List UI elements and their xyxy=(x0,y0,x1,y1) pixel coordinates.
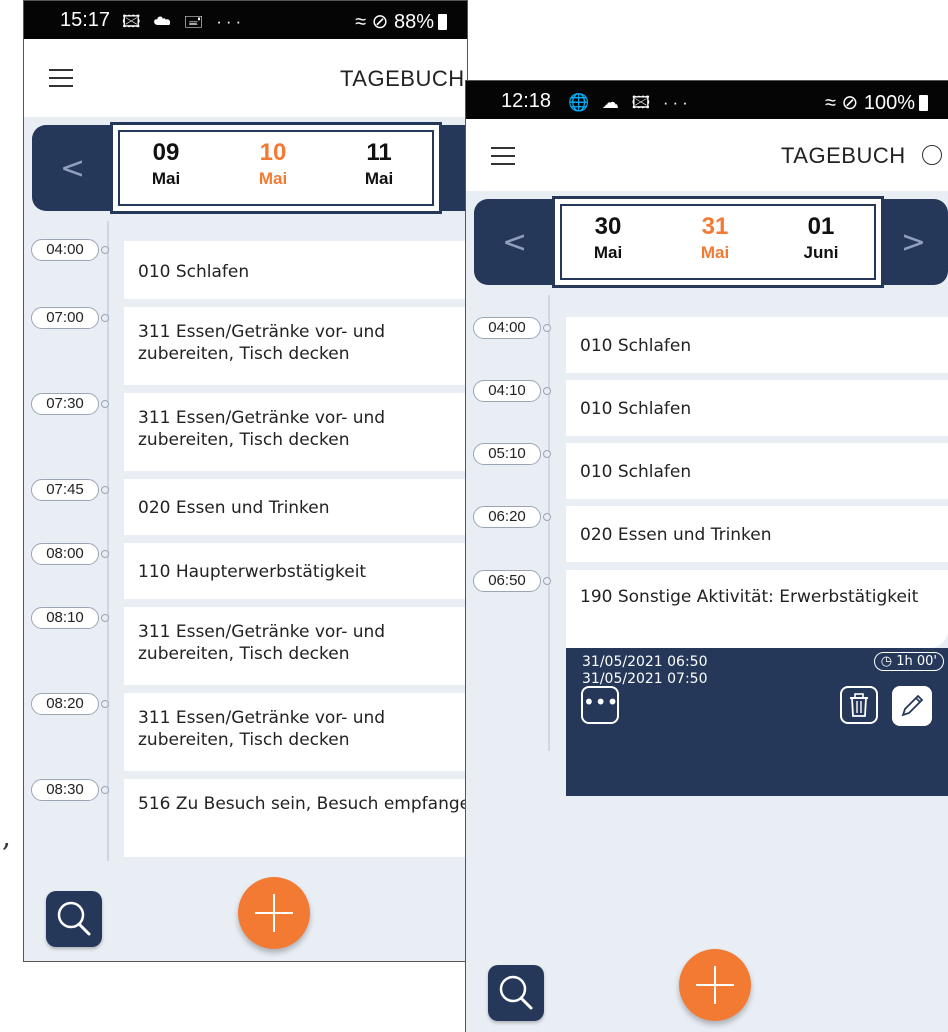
activity-card[interactable]: 311 Essen/Getränke vor- und zubereiten, … xyxy=(124,393,467,471)
status-bar: 12:18 🌐 ☁ 🖾 ··· ≈ ⊘ 100% xyxy=(466,81,948,119)
battery-percent: 100% xyxy=(863,92,915,114)
date-day: 01 xyxy=(807,213,835,240)
menu-icon[interactable] xyxy=(491,147,515,165)
date-month: Mai xyxy=(700,243,730,262)
activity-card[interactable]: 516 Zu Besuch sein, Besuch empfangen xyxy=(124,779,467,857)
search-icon xyxy=(57,901,91,936)
entry-time: 08:20 xyxy=(31,693,99,715)
app-bar: TAGEBUCH xyxy=(24,39,467,117)
date-day: 30 xyxy=(594,213,622,240)
date-current[interactable]: 31 Mai xyxy=(675,213,755,265)
status-time: 15:17 xyxy=(60,9,111,31)
delete-button[interactable] xyxy=(840,686,878,724)
status-notification-icons: 🌐 ☁ 🖾 ··· xyxy=(568,93,692,112)
entry-time: 06:20 xyxy=(473,506,541,528)
status-bar: 15:17 🖾 ☁ 🖃 ··· ≈ ⊘ 88% xyxy=(24,1,467,39)
wifi-icon: ≈ xyxy=(824,92,836,114)
entry-time: 06:50 xyxy=(473,570,541,592)
activity-card[interactable]: 010 Schlafen xyxy=(566,443,948,499)
activity-card[interactable]: 311 Essen/Getränke vor- und zubereiten, … xyxy=(124,607,467,685)
status-right: ≈ ⊘ 88% xyxy=(355,9,447,34)
search-button[interactable] xyxy=(46,891,102,947)
activity-card[interactable]: 311 Essen/Getränke vor- und zubereiten, … xyxy=(124,693,467,771)
right-phone-screen: 12:18 🌐 ☁ 🖾 ··· ≈ ⊘ 100% TAGEBUCH < 30 M… xyxy=(465,80,948,1032)
date-next[interactable]: 01 Juni xyxy=(781,213,861,265)
entry-time: 08:00 xyxy=(31,543,99,565)
start-datetime: 31/05/2021 06:50 xyxy=(582,654,708,670)
activity-card[interactable]: 311 Essen/Getränke vor- und zubereiten, … xyxy=(124,307,467,385)
date-prev[interactable]: 30 Mai xyxy=(568,213,648,265)
entry-dates: 31/05/2021 06:50 31/05/2021 07:50 xyxy=(582,654,708,688)
entry-time: 04:00 xyxy=(473,317,541,339)
date-next[interactable]: 11 Mai xyxy=(339,139,419,191)
entry-time: 05:10 xyxy=(473,443,541,465)
activity-card[interactable]: 010 Schlafen xyxy=(566,317,948,373)
status-time: 12:18 xyxy=(501,90,552,112)
activity-card[interactable]: 010 Schlafen xyxy=(124,241,467,299)
dnd-icon: ⊘ xyxy=(371,11,389,33)
add-activity-button[interactable] xyxy=(679,949,751,1021)
entry-time: 07:30 xyxy=(31,393,99,415)
battery-icon xyxy=(919,95,928,111)
date-selector: < 30 Mai 31 Mai 01 Juni > xyxy=(474,196,948,288)
history-icon[interactable] xyxy=(922,145,942,165)
duration-value: 1h 00' xyxy=(896,654,937,669)
date-range: 09 Mai 10 Mai 11 Mai xyxy=(110,122,442,214)
menu-icon[interactable] xyxy=(49,69,73,87)
date-day: 10 xyxy=(259,139,287,166)
activity-card[interactable]: 020 Essen und Trinken xyxy=(566,506,948,562)
clock-icon: ◷ xyxy=(880,654,893,669)
date-month: Mai xyxy=(364,169,394,188)
activity-card[interactable]: 110 Haupterwerbstätigkeit xyxy=(124,543,467,599)
entry-time: 04:00 xyxy=(31,239,99,261)
chevron-left-icon[interactable]: < xyxy=(60,151,85,186)
date-month: Mai xyxy=(593,243,623,262)
date-range: 30 Mai 31 Mai 01 Juni xyxy=(552,196,884,288)
date-current[interactable]: 10 Mai xyxy=(233,139,313,191)
page-title: TAGEBUCH xyxy=(340,66,465,91)
search-button[interactable] xyxy=(488,965,544,1021)
duration-badge: ◷ 1h 00' xyxy=(873,652,944,671)
date-day: 09 xyxy=(152,139,180,166)
entry-time: 08:30 xyxy=(31,779,99,801)
entry-time: 04:10 xyxy=(473,380,541,402)
entry-time: 07:45 xyxy=(31,479,99,501)
pencil-icon xyxy=(901,694,924,717)
stray-comma: , xyxy=(2,820,11,853)
date-prev[interactable]: 09 Mai xyxy=(126,139,206,191)
edit-button[interactable] xyxy=(892,686,932,726)
wifi-icon: ≈ xyxy=(355,11,367,33)
dnd-icon: ⊘ xyxy=(841,92,859,114)
page-title: TAGEBUCH xyxy=(781,143,906,168)
status-right: ≈ ⊘ 100% xyxy=(825,90,928,115)
date-month: Mai xyxy=(151,169,181,188)
date-day: 11 xyxy=(366,139,392,166)
chevron-right-icon[interactable]: > xyxy=(901,225,926,260)
date-month: Juni xyxy=(803,243,839,262)
status-notification-icons: 🖾 ☁ 🖃 ··· xyxy=(122,12,246,31)
date-selector: < 09 Mai 10 Mai 11 Mai xyxy=(32,122,467,214)
trash-icon xyxy=(850,693,868,717)
more-button[interactable]: ••• xyxy=(581,686,619,724)
battery-icon xyxy=(438,14,447,30)
entry-detail: 31/05/2021 06:50 31/05/2021 07:50 ◷ 1h 0… xyxy=(566,570,948,796)
chevron-left-icon[interactable]: < xyxy=(502,225,527,260)
entry-time: 08:10 xyxy=(31,607,99,629)
app-bar: TAGEBUCH xyxy=(466,119,948,191)
activity-card[interactable]: 020 Essen und Trinken xyxy=(124,479,467,535)
add-activity-button[interactable] xyxy=(238,877,310,949)
activity-card[interactable]: 010 Schlafen xyxy=(566,380,948,436)
date-month: Mai xyxy=(258,169,288,188)
left-phone-screen: 15:17 🖾 ☁ 🖃 ··· ≈ ⊘ 88% TAGEBUCH < 09 Ma… xyxy=(23,0,468,962)
entry-time: 07:00 xyxy=(31,307,99,329)
timeline-line xyxy=(548,295,550,751)
date-day: 31 xyxy=(701,213,729,240)
search-icon xyxy=(499,975,533,1010)
battery-percent: 88% xyxy=(393,11,434,33)
